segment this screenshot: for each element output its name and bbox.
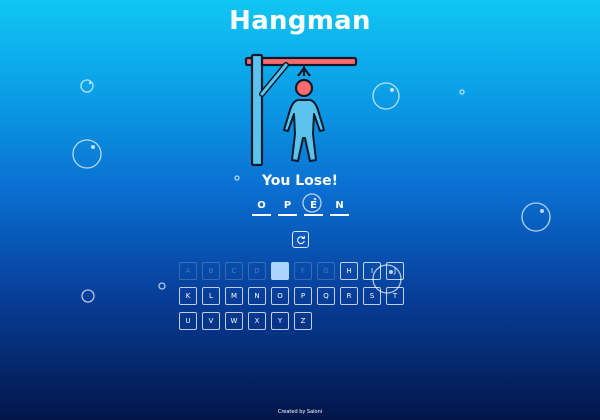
bubble <box>72 139 102 169</box>
key-z[interactable]: Z <box>294 312 312 330</box>
key-i[interactable]: I <box>363 262 381 280</box>
key-o[interactable]: O <box>271 287 289 305</box>
key-y[interactable]: Y <box>271 312 289 330</box>
bubble <box>459 89 465 95</box>
hangman-figure <box>244 53 358 167</box>
key-c: C <box>225 262 243 280</box>
key-f: F <box>294 262 312 280</box>
word-letter-slot: N <box>330 198 349 216</box>
key-a: A <box>179 262 197 280</box>
key-q[interactable]: Q <box>317 287 335 305</box>
restart-icon <box>296 235 305 244</box>
key-e: E <box>271 262 289 280</box>
key-u[interactable]: U <box>179 312 197 330</box>
footer-credit: Created by Saloni <box>277 409 323 415</box>
key-b: B <box>202 262 220 280</box>
bubble <box>372 82 400 110</box>
bubble <box>521 202 551 232</box>
keyboard-row: U V W X Y Z <box>179 312 425 330</box>
word-display: O P E N <box>252 198 349 216</box>
game-status: You Lose! <box>261 173 339 189</box>
bubble <box>158 282 166 290</box>
letter-keyboard: A B C D E F G H I J K L M N O P Q R S T … <box>179 262 425 337</box>
reset-button[interactable] <box>292 231 309 248</box>
key-s[interactable]: S <box>363 287 381 305</box>
game-title: Hangman <box>229 6 371 36</box>
key-p[interactable]: P <box>294 287 312 305</box>
figure-body <box>283 99 325 162</box>
bubble <box>80 79 94 93</box>
key-j[interactable]: J <box>386 262 404 280</box>
word-letter-slot: O <box>252 198 271 216</box>
key-r[interactable]: R <box>340 287 358 305</box>
rope <box>297 65 311 77</box>
keyboard-row: A B C D E F G H I J <box>179 262 425 280</box>
key-g: G <box>317 262 335 280</box>
key-n[interactable]: N <box>248 287 266 305</box>
key-w[interactable]: W <box>225 312 243 330</box>
keyboard-row: K L M N O P Q R S T <box>179 287 425 305</box>
gallows-post <box>250 53 264 167</box>
key-m[interactable]: M <box>225 287 243 305</box>
word-letter-slot: E <box>304 198 323 216</box>
key-v[interactable]: V <box>202 312 220 330</box>
key-l[interactable]: L <box>202 287 220 305</box>
key-h[interactable]: H <box>340 262 358 280</box>
key-d: D <box>248 262 266 280</box>
word-letter-slot: P <box>278 198 297 216</box>
bubble <box>81 289 95 303</box>
key-x[interactable]: X <box>248 312 266 330</box>
key-k[interactable]: K <box>179 287 197 305</box>
key-t[interactable]: T <box>386 287 404 305</box>
figure-head <box>294 78 314 98</box>
